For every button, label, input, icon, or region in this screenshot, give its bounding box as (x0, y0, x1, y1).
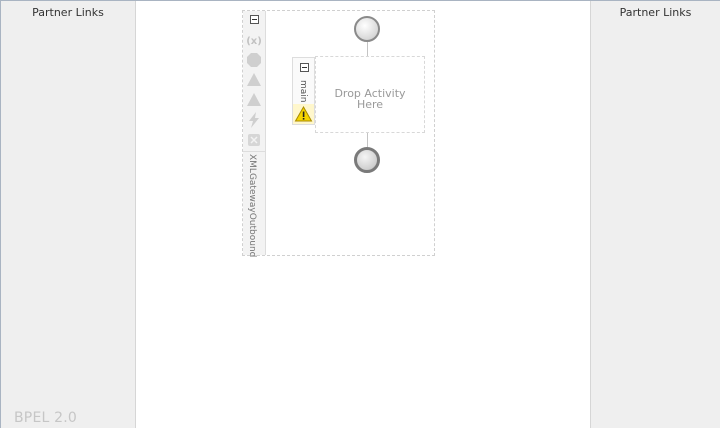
event-handler-icon[interactable] (245, 91, 263, 109)
partner-links-left-title: Partner Links (32, 6, 104, 19)
bpel-version-label: BPEL 2.0 (14, 410, 78, 426)
svg-text:(x): (x) (246, 36, 262, 47)
drop-activity-text: Drop Activity Here (316, 88, 424, 110)
toolbar-separator (243, 151, 265, 152)
sequence-collapse-button[interactable] (300, 63, 309, 72)
drop-text-line2: Here (356, 98, 384, 111)
variables-icon[interactable]: (x) (245, 31, 263, 49)
drop-activity-zone[interactable]: Drop Activity Here (315, 56, 425, 133)
correlation-icon[interactable] (245, 51, 263, 69)
process-name-label: XMLGatewayOutbound (247, 154, 257, 258)
fault-handler-icon[interactable] (245, 71, 263, 89)
process-scope[interactable]: (x) XMLGatewayOutbound (242, 10, 435, 258)
end-node[interactable] (354, 147, 380, 173)
start-connector (367, 42, 368, 56)
end-connector (367, 133, 368, 147)
partner-links-right-lane[interactable]: Partner Links (590, 1, 720, 428)
sequence-name-label: main (298, 80, 308, 103)
compensation-icon[interactable] (245, 111, 263, 129)
process-collapse-button[interactable] (250, 15, 259, 24)
termination-icon[interactable] (245, 131, 263, 149)
partner-links-right-title: Partner Links (619, 6, 692, 19)
warning-icon[interactable] (293, 104, 314, 124)
partner-links-left-lane[interactable]: Partner Links (1, 1, 136, 428)
start-node[interactable] (354, 16, 380, 42)
process-toolbar: (x) XMLGatewayOutbound (243, 11, 266, 258)
